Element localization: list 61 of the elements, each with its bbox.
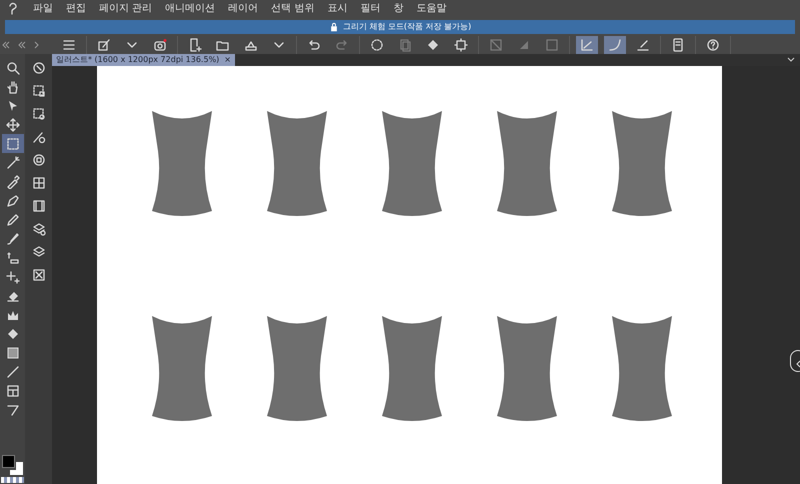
camera-icon — [153, 38, 167, 52]
close-tab-button[interactable]: × — [224, 54, 231, 66]
menu-item[interactable]: 창 — [393, 3, 404, 15]
layers-icon — [32, 244, 46, 258]
selection-icon — [6, 136, 20, 150]
gradient-icon — [6, 346, 20, 360]
redo-icon — [335, 38, 349, 52]
help-icon — [706, 38, 720, 52]
film-icon — [32, 198, 46, 212]
panel-icon — [6, 384, 20, 398]
menu-item[interactable]: 애니메이션 — [165, 3, 216, 15]
new-file-icon — [188, 38, 202, 52]
pen-line-icon — [636, 38, 650, 52]
selection-tool[interactable] — [2, 134, 24, 153]
copy-icon — [398, 38, 412, 52]
brush-icon — [6, 232, 20, 246]
hand-icon — [6, 80, 20, 94]
pencil-icon — [6, 212, 20, 226]
menu-item[interactable]: 레이어 — [228, 3, 258, 15]
transparent-color-swatch[interactable] — [1, 477, 24, 483]
curve-pen-button[interactable] — [604, 36, 626, 54]
document-tab[interactable]: 일러스트* (1600 x 1200px 72dpi 136.5%) × — [52, 54, 235, 66]
background-color-swatch[interactable] — [10, 462, 23, 475]
pen-square-icon — [97, 38, 111, 52]
menu-item[interactable]: 파일 — [33, 3, 53, 15]
grid-icon — [32, 176, 46, 190]
expand-icon[interactable] — [34, 41, 40, 49]
clear-icon — [489, 38, 503, 52]
search-icon — [6, 60, 20, 74]
curve-pen-icon — [608, 38, 622, 52]
pen-nib-icon — [6, 194, 20, 208]
move-icon — [6, 118, 20, 132]
collapse-icon[interactable] — [18, 41, 26, 49]
selection-add-icon — [32, 84, 46, 98]
sparkle-icon — [6, 270, 20, 284]
menu-icon — [62, 38, 76, 52]
layers-gear-icon — [32, 222, 46, 236]
ruler-pen-button[interactable] — [576, 36, 598, 54]
tablet-icon — [671, 38, 685, 52]
banner-text: 그리기 체험 모드(작품 저장 불가능) — [342, 21, 472, 33]
circle-grid-icon — [32, 152, 46, 166]
selection-gear-icon — [32, 106, 46, 120]
crop-icon — [454, 38, 468, 52]
menu-item[interactable]: 표시 — [327, 3, 348, 15]
undo-icon — [307, 38, 321, 52]
menu-item[interactable]: 페이지 관리 — [99, 3, 152, 15]
menu-item[interactable]: 도움말 — [416, 3, 446, 15]
menu-item[interactable]: 필터 — [360, 3, 380, 15]
line-icon — [6, 364, 20, 378]
dotted-circle-icon — [370, 38, 384, 52]
image-x-icon — [32, 268, 46, 282]
menu-item[interactable]: 편집 — [66, 3, 86, 15]
frame-icon — [545, 38, 559, 52]
ruler-pen-icon — [580, 38, 594, 52]
magic-wand-icon — [6, 156, 20, 170]
menu-item[interactable]: 선택 범위 — [271, 3, 314, 15]
lock-icon — [328, 22, 339, 32]
foreground-color-swatch[interactable] — [2, 455, 15, 468]
eyedropper-icon — [6, 174, 20, 188]
chevron-left-icon — [795, 360, 800, 368]
collapse-icon[interactable] — [2, 41, 10, 49]
